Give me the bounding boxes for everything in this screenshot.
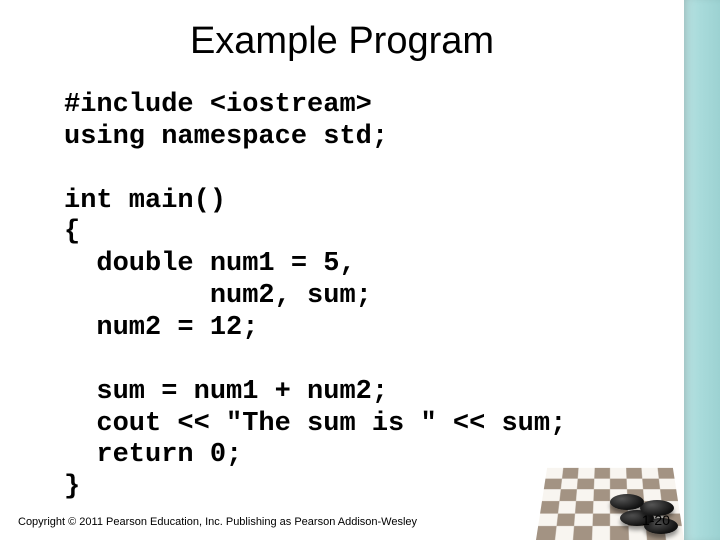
slide-title: Example Program — [0, 20, 684, 63]
copyright-footer: Copyright © 2011 Pearson Education, Inc.… — [18, 516, 417, 528]
page-number: 1-20 — [642, 512, 670, 528]
teal-right-border — [684, 0, 720, 540]
slide: Example Program #include <iostream> usin… — [0, 0, 720, 540]
checker-piece-icon — [610, 494, 644, 510]
